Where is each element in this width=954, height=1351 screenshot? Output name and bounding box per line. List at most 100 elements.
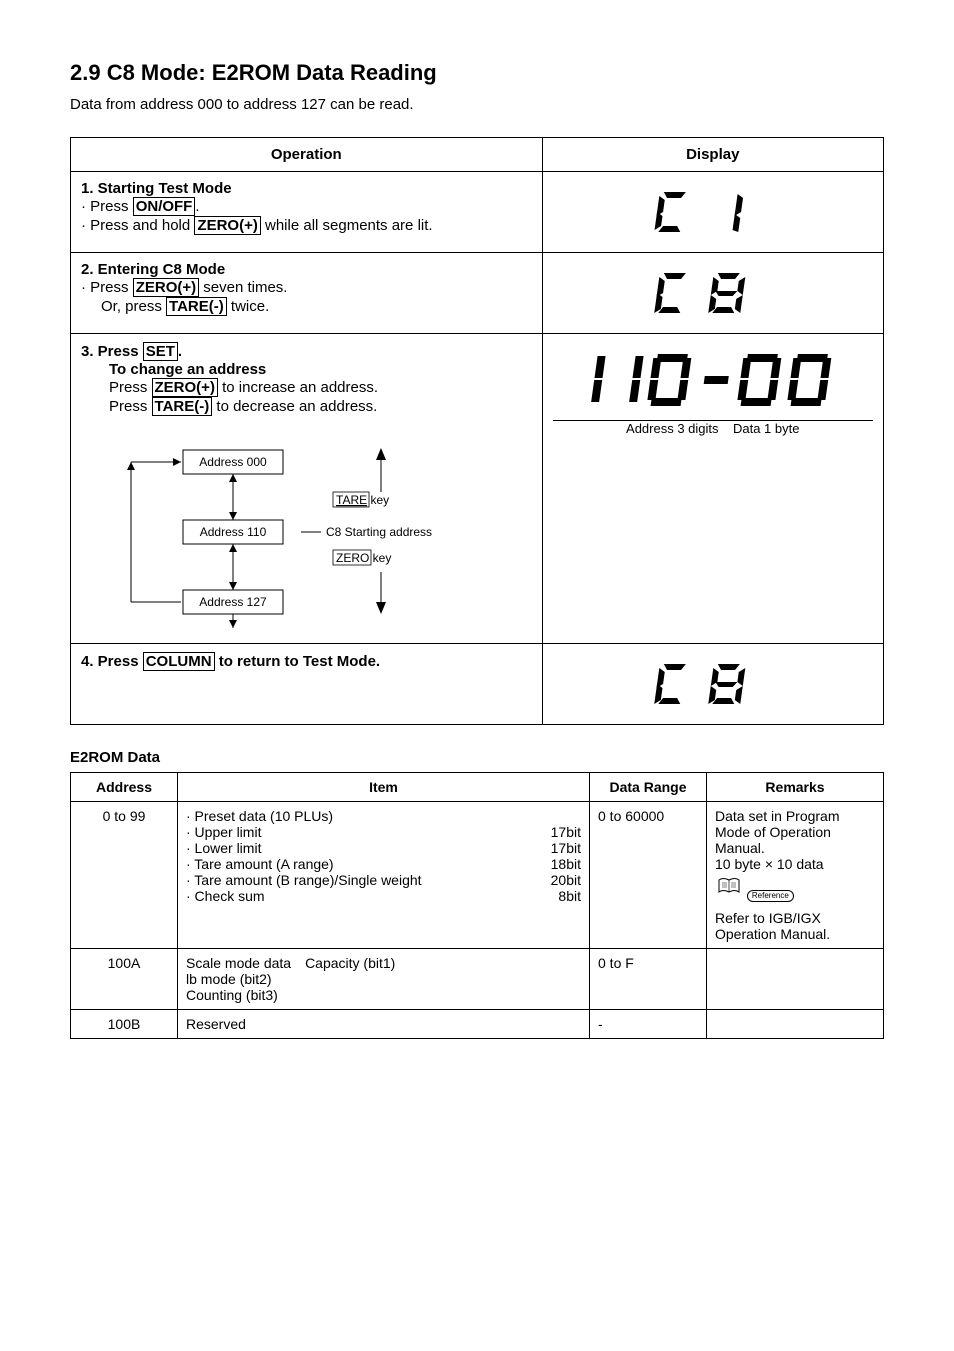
seven-seg-c8-icon — [643, 265, 783, 321]
step1-line2: · Press and hold ZERO(+) while all segme… — [81, 216, 532, 235]
intro-text: Data from address 000 to address 127 can… — [70, 96, 884, 113]
table-row: 4. Press COLUMN to return to Test Mode. — [71, 644, 884, 725]
c8-start-label: C8 Starting address — [326, 525, 432, 539]
zero-key-label: ZERO — [336, 551, 369, 565]
column-button-label: COLUMN — [143, 652, 215, 671]
addr000-label: Address 000 — [199, 455, 267, 469]
step3-line2: Press TARE(-) to decrease an address. — [109, 397, 532, 416]
seven-seg-110-00-icon — [573, 346, 853, 416]
item-label: · Lower limit — [186, 840, 261, 856]
text: · Press — [81, 279, 133, 296]
text: . — [178, 343, 182, 360]
item-label: · Upper limit — [186, 824, 261, 840]
header-remarks: Remarks — [707, 773, 884, 802]
zero-plus-button-label: ZERO(+) — [133, 278, 199, 297]
step4-text-a: 4. Press — [81, 653, 143, 670]
set-button-label: SET — [143, 342, 178, 361]
display-cell — [542, 644, 883, 725]
range-cell: 0 to F — [590, 949, 707, 1010]
remarks-line: 10 byte × 10 data — [715, 856, 875, 872]
item-bits: 17bit — [551, 840, 581, 856]
remarks-cell: Data set in Program Mode of Operation Ma… — [707, 802, 884, 949]
header-operation: Operation — [71, 138, 543, 172]
table-row: 0 to 99 · Preset data (10 PLUs) · Upper … — [71, 802, 884, 949]
step4-text-b: to return to Test Mode. — [215, 653, 381, 670]
text: 3. Press — [81, 343, 143, 360]
address-flow-diagram: Address 000 Address 110 Address 127 — [121, 432, 532, 635]
text: to increase an address. — [218, 379, 378, 396]
remarks-cell — [707, 949, 884, 1010]
address-cell: 0 to 99 — [71, 802, 178, 949]
item-label: · Preset data (10 PLUs) — [186, 808, 333, 824]
text: Press — [109, 379, 152, 396]
e2rom-data-table: Address Item Data Range Remarks 0 to 99 … — [70, 772, 884, 1039]
operation-cell: 4. Press COLUMN to return to Test Mode. — [71, 644, 543, 725]
table-row: 3. Press SET. To change an address Press… — [71, 334, 884, 644]
text: seven times. — [199, 279, 287, 296]
operation-display-table: Operation Display 1. Starting Test Mode … — [70, 137, 884, 725]
range-cell: - — [590, 1010, 707, 1039]
operation-cell: 1. Starting Test Mode · Press ON/OFF. · … — [71, 172, 543, 253]
caption-address: Address 3 digits — [626, 421, 719, 436]
step2-title: 2. Entering C8 Mode — [81, 261, 532, 278]
table-row: 100B Reserved - — [71, 1010, 884, 1039]
remarks-cell — [707, 1010, 884, 1039]
step2-line1: · Press ZERO(+) seven times. — [81, 278, 532, 297]
step1-title: 1. Starting Test Mode — [81, 180, 532, 197]
operation-cell: 2. Entering C8 Mode · Press ZERO(+) seve… — [71, 253, 543, 334]
remarks-line: Data set in Program Mode of Operation Ma… — [715, 808, 875, 856]
item-cell: Reserved — [178, 1010, 590, 1039]
header-address: Address — [71, 773, 178, 802]
text: . — [195, 198, 199, 215]
item-label: · Tare amount (B range)/Single weight — [186, 872, 422, 888]
tare-minus-button-label: TARE(-) — [166, 297, 227, 316]
section-heading: 2.9 C8 Mode: E2ROM Data Reading — [70, 60, 884, 86]
item-bits: 8bit — [558, 888, 581, 904]
header-range: Data Range — [590, 773, 707, 802]
zero-plus-button-label: ZERO(+) — [194, 216, 260, 235]
item-bits: 20bit — [551, 872, 581, 888]
seven-seg-c1-icon — [643, 184, 783, 240]
svg-text:TARE key: TARE key — [336, 493, 389, 507]
range-cell: 0 to 60000 — [590, 802, 707, 949]
text: while all segments are lit. — [261, 217, 433, 234]
table-row: 1. Starting Test Mode · Press ON/OFF. · … — [71, 172, 884, 253]
step2-line2: Or, press TARE(-) twice. — [101, 297, 532, 316]
display-cell — [542, 253, 883, 334]
reference-icon — [715, 876, 743, 901]
step3-title: 3. Press SET. — [81, 342, 532, 361]
e2rom-data-heading: E2ROM Data — [70, 749, 884, 766]
item-cell: Scale mode data Capacity (bit1) lb mode … — [178, 949, 590, 1010]
text: to decrease an address. — [212, 398, 377, 415]
seven-seg-c8-icon — [643, 656, 783, 712]
item-label: · Check sum — [186, 888, 265, 904]
diagram-svg: Address 000 Address 110 Address 127 — [121, 432, 481, 632]
display-cell: Address 3 digits Data 1 byte — [542, 334, 883, 644]
text: twice. — [227, 298, 270, 315]
onoff-button-label: ON/OFF — [133, 197, 196, 216]
table-row: 100A Scale mode data Capacity (bit1) lb … — [71, 949, 884, 1010]
text: · Press — [81, 198, 133, 215]
item-bits: 17bit — [551, 824, 581, 840]
tare-key-label: TARE — [336, 493, 367, 507]
zero-plus-button-label: ZERO(+) — [152, 378, 218, 397]
step1-line1: · Press ON/OFF. — [81, 197, 532, 216]
operation-cell: 3. Press SET. To change an address Press… — [71, 334, 543, 644]
text: Or, press — [101, 298, 166, 315]
address-cell: 100A — [71, 949, 178, 1010]
text: · Press and hold — [81, 217, 194, 234]
step3-line1: Press ZERO(+) to increase an address. — [109, 378, 532, 397]
svg-text:ZERO key: ZERO key — [336, 551, 391, 565]
addr127-label: Address 127 — [199, 595, 267, 609]
item-bits: 18bit — [551, 856, 581, 872]
addr110-label: Address 110 — [200, 525, 267, 539]
remarks-line: Refer to IGB/IGX Operation Manual. — [715, 910, 875, 942]
caption-data: Data 1 byte — [733, 421, 800, 436]
item-cell: · Preset data (10 PLUs) · Upper limit 17b… — [178, 802, 590, 949]
item-label: · Tare amount (A range) — [186, 856, 334, 872]
reference-label: Reference — [747, 890, 794, 902]
display-caption: Address 3 digits Data 1 byte — [553, 421, 873, 436]
tare-minus-button-label: TARE(-) — [152, 397, 213, 416]
text: Press — [109, 398, 152, 415]
step3-subtitle: To change an address — [109, 361, 532, 378]
